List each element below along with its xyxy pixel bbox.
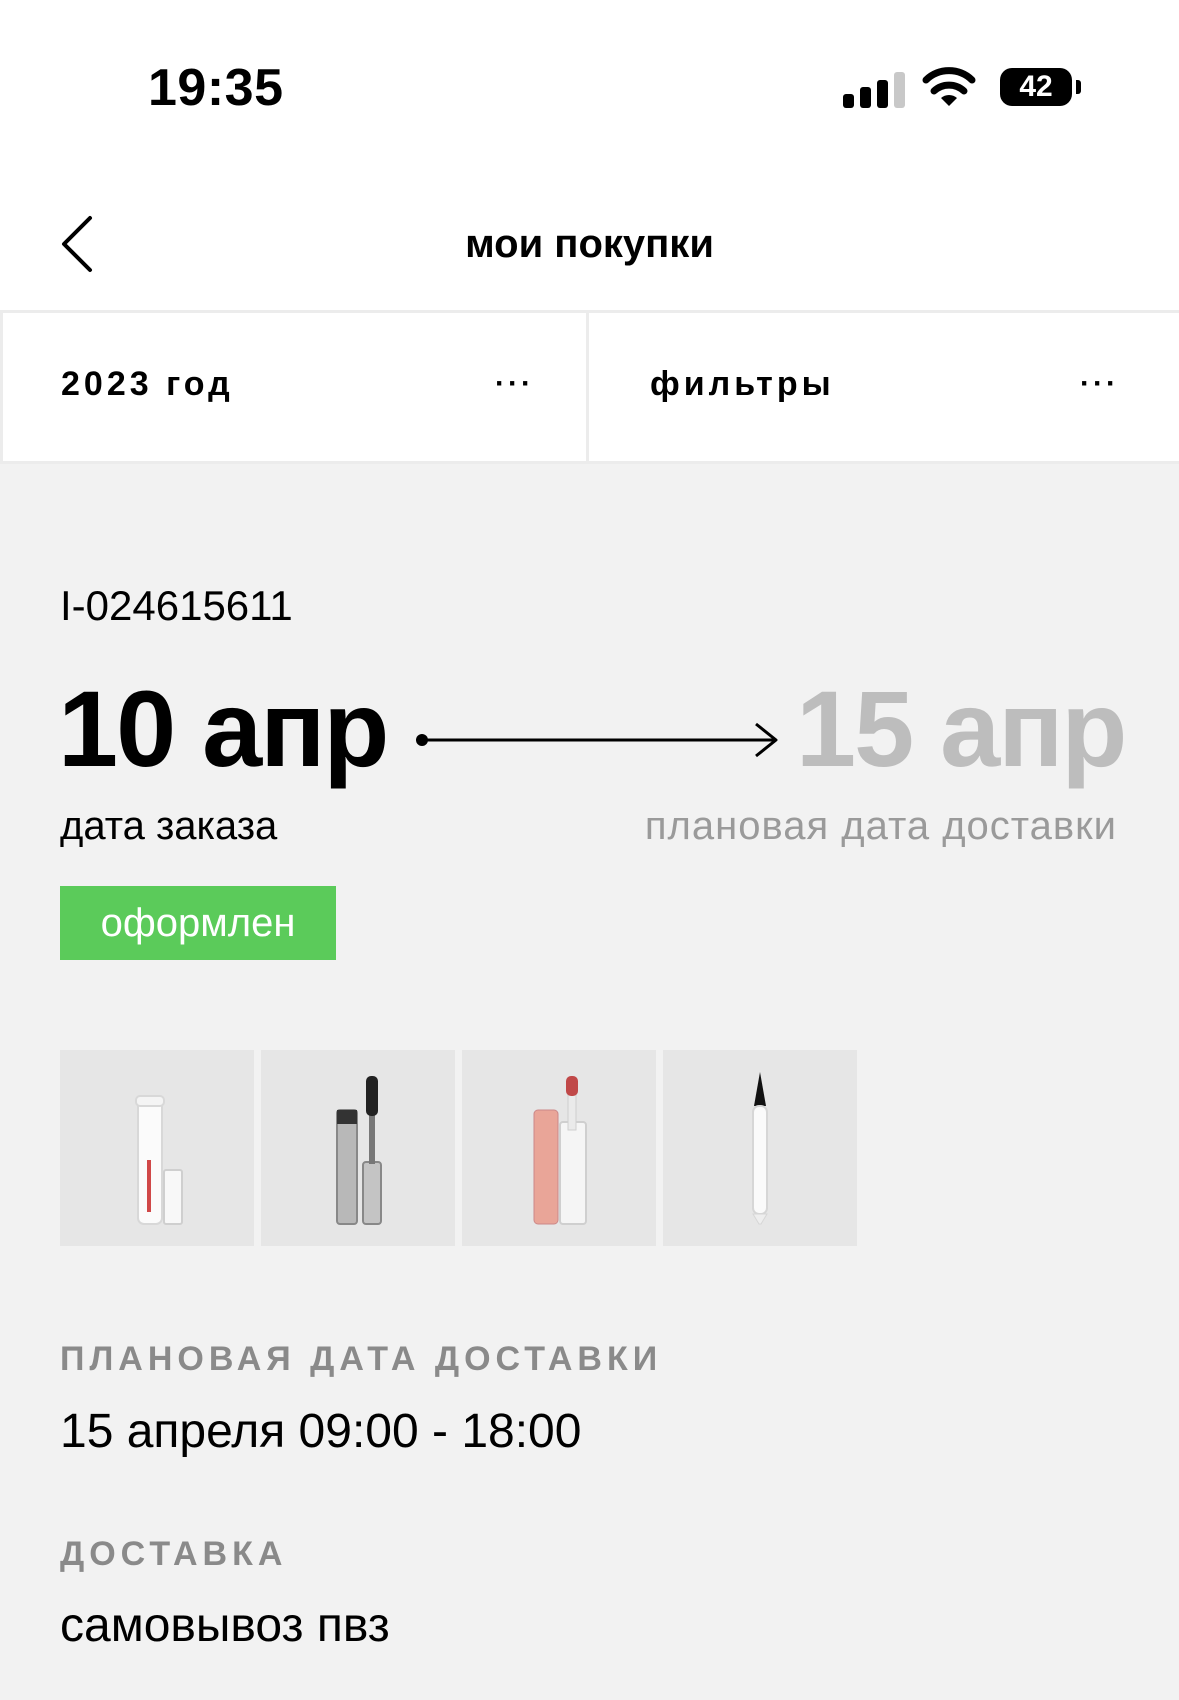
order-date: 10 апр	[58, 668, 389, 789]
wifi-icon	[922, 67, 976, 106]
planned-delivery-value: 15 апреля 09:00 - 18:00	[60, 1405, 582, 1458]
page-title-text: мои покупки	[465, 222, 714, 266]
mascara-image	[336, 1076, 382, 1225]
year-label: 2023 год	[61, 365, 234, 403]
planned-delivery-date: 15 апр	[796, 668, 1127, 789]
status-badge: оформлен	[60, 886, 336, 960]
year-selector[interactable]: 2023 год ···	[0, 313, 589, 461]
product-thumb-lip-softener[interactable]	[60, 1050, 254, 1246]
filters-label: фильтры	[650, 365, 835, 403]
order-date-label: дата заказа	[60, 804, 278, 848]
filters-button[interactable]: фильтры ···	[590, 313, 1179, 461]
product-thumb-eyeliner[interactable]	[663, 1050, 857, 1246]
filter-bar: 2023 год ··· фильтры ···	[0, 310, 1179, 464]
eyeliner-image	[752, 1072, 768, 1225]
more-dots-icon: ···	[1080, 367, 1119, 400]
planned-delivery-label: плановая дата доставки	[644, 804, 1117, 848]
battery-tip	[1076, 80, 1081, 94]
planned-delivery-title: ПЛАНОВАЯ ДАТА ДОСТАВКИ	[60, 1340, 663, 1378]
lip-softener-image	[135, 1095, 183, 1225]
lip-tint-image	[533, 1076, 587, 1225]
arrow-right-icon	[416, 722, 778, 758]
more-dots-icon: ···	[495, 367, 534, 400]
product-thumb-mascara[interactable]	[261, 1050, 455, 1246]
cellular-signal-icon	[843, 72, 905, 108]
product-thumb-lip-tint[interactable]	[462, 1050, 656, 1246]
delivery-value: самовывоз пвз	[60, 1599, 390, 1652]
delivery-title: ДОСТАВКА	[60, 1535, 288, 1573]
page-title: мои покупки	[0, 222, 1179, 267]
order-id: I-024615611	[60, 582, 293, 629]
status-time: 19:35	[148, 59, 284, 117]
battery-icon: 42	[1000, 68, 1072, 106]
